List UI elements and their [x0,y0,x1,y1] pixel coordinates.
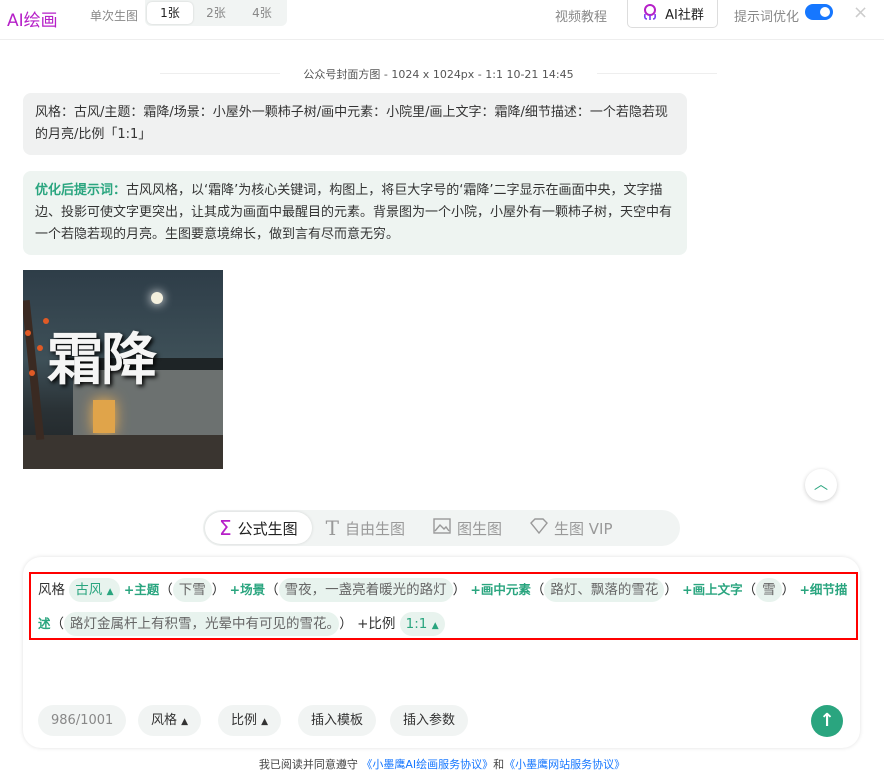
generated-image[interactable]: 霜降 [23,270,223,469]
tab-free[interactable]: T 自由生图 [312,512,419,544]
paren: （ [265,582,279,598]
ratio-button[interactable]: 比例 ▲ [218,705,282,736]
community-button[interactable]: AI社群 [627,0,718,28]
insert-template-button[interactable]: 插入模板 [298,705,377,736]
optimized-prompt-bubble: 优化后提示词：古风风格，以‘霜降’为核心关键词，构图上，将巨大字号的‘霜降’二字… [23,171,687,255]
user-prompt-bubble: 风格：古风/主题：霜降/场景：小屋外一颗柿子树/画中元素：小院里/画上文字：霜降… [23,93,687,155]
paren: ） [781,582,796,598]
message-meta: 公众号封面方图 - 1024 x 1024px - 1:1 10-21 14:4… [160,66,717,82]
image-title-text: 霜降 [47,327,157,393]
elements-input[interactable]: 路灯、飘落的雪花 [544,578,665,602]
moon [151,292,163,304]
count-1[interactable]: 1张 [147,2,193,24]
tab-vip[interactable]: 生图 VIP [516,512,627,544]
paren: ） [452,582,467,598]
paren: （ [742,582,757,598]
theme-label: +主题 [123,582,160,597]
paren: （ [530,582,545,598]
sigma-icon: Σ [219,516,232,540]
tab-label: 图生图 [457,519,503,538]
char-counter: 986/1001 [38,705,127,736]
mode-tabs: Σ 公式生图 T 自由生图 图生图 生图 VIP [203,510,680,546]
community-label: AI社群 [665,8,704,23]
site-service-agreement-link[interactable]: 《小墨鹰网站服务协议》 [504,758,625,771]
image-text-input[interactable]: 雪 [756,578,782,602]
ai-service-agreement-link[interactable]: 《小墨鹰AI绘画服务协议》 [361,758,493,771]
caret-up-icon: ▲ [431,621,439,631]
tab-image-to-image[interactable]: 图生图 [419,512,516,544]
persimmon [37,345,43,351]
caret-up-icon: ▲ [106,587,114,597]
paren: ） [339,616,353,632]
close-icon[interactable]: × [853,2,868,23]
detail-input[interactable]: 路灯金属杆上有积雪，光晕中有可见的雪花。 [64,612,340,636]
arrow-up-icon: ↑ [819,710,835,731]
ratio-button-label: 比例 [231,713,258,728]
style-label: 风格 [38,582,65,598]
persimmon [29,370,35,376]
tab-label: 公式生图 [237,519,298,538]
theme-input[interactable]: 下雪 [172,578,212,602]
image-text-label: +画上文字 [682,582,743,597]
insert-param-button[interactable]: 插入参数 [390,705,469,736]
diamond-icon [530,518,548,538]
ratio-select[interactable]: 1:1 ▲ [399,612,445,636]
caret-up-icon: ▲ [261,717,269,727]
tab-label: 自由生图 [345,519,406,538]
count-2[interactable]: 2张 [193,2,239,24]
style-button-label: 风格 [151,713,178,728]
prompt-optimize-toggle[interactable] [805,4,833,20]
elements-label: +画中元素 [470,582,531,597]
scene-label: +场景 [229,582,266,597]
send-button[interactable]: ↑ [811,705,843,737]
persimmon [25,330,31,336]
ground [23,435,223,469]
count-4[interactable]: 4张 [239,2,285,24]
ratio-label: +比例 [357,616,396,632]
paren: ） [664,582,678,598]
app-logo: AI绘画 [7,11,58,31]
user-prompt-text: 风格：古风/主题：霜降/场景：小屋外一颗柿子树/画中元素：小院里/画上文字：霜降… [35,105,668,142]
style-value: 古风 [75,582,103,598]
paren: （ [50,616,65,632]
optimized-label: 优化后提示词： [35,183,127,198]
paren: （ [159,582,173,598]
paren: ） [211,582,226,598]
lit-door [93,400,115,433]
agreement-footer: 我已阅读并同意遵守 《小墨鹰AI绘画服务协议》和《小墨鹰网站服务协议》 [0,756,884,772]
style-select[interactable]: 古风 ▲ [69,578,120,602]
style-button[interactable]: 风格 ▲ [138,705,202,736]
count-selector: 1张 2张 4张 [145,0,287,26]
scene-input[interactable]: 雪夜，一盏亮着暖光的路灯 [278,578,453,602]
tab-label: 生图 VIP [554,519,613,538]
agreement-text: 我已阅读并同意遵守 [258,758,362,771]
octopus-icon [641,3,659,25]
prompt-optimize-label: 提示词优化 [734,10,800,25]
ratio-value: 1:1 [405,616,428,632]
text-icon: T [325,516,339,540]
header: AI绘画 单次生图 1张 2张 4张 视频教程 AI社群 提示词优化 × [0,0,884,40]
and-text: 和 [493,758,505,771]
formula-editor[interactable]: 风格 古风 ▲ +主题（ 下雪） +场景（ 雪夜，一盏亮着暖光的路灯） +画中元素（… [38,574,853,642]
caret-up-icon: ▲ [181,717,189,727]
single-gen-label: 单次生图 [90,9,139,23]
optimized-text: 古风风格，以‘霜降’为核心关键词，构图上，将巨大字号的‘霜降’二字显示在画面中央… [35,183,673,242]
video-tutorial-link[interactable]: 视频教程 [555,6,607,25]
scroll-up-button[interactable]: ︿ [805,469,837,501]
chevron-up-icon: ︿ [814,477,828,493]
tab-formula[interactable]: Σ 公式生图 [205,512,312,544]
image-icon [433,518,451,538]
